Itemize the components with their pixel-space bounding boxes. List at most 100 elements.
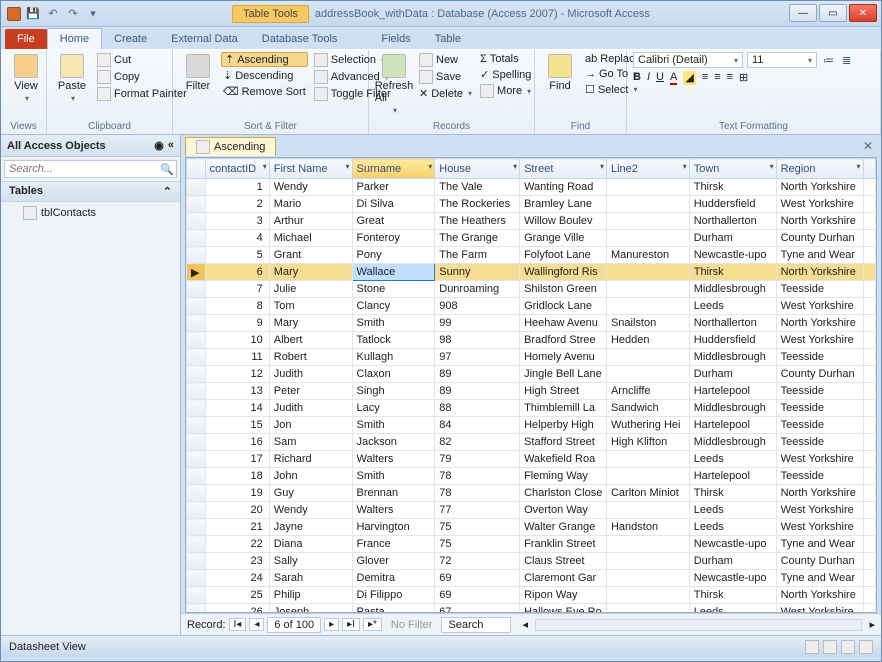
cell[interactable]: 77 bbox=[435, 502, 520, 519]
cell[interactable]: Albert bbox=[269, 332, 352, 349]
cell[interactable] bbox=[863, 451, 876, 468]
cell[interactable]: North Yorkshire bbox=[776, 587, 863, 604]
cell[interactable]: 21 bbox=[205, 519, 269, 536]
cell[interactable]: 78 bbox=[435, 468, 520, 485]
cell[interactable]: Sarah bbox=[269, 570, 352, 587]
cell[interactable]: 12 bbox=[205, 366, 269, 383]
view-button[interactable]: View▾ bbox=[7, 52, 45, 105]
table-row[interactable]: 23SallyGlover72Claus StreetDurhamCounty … bbox=[187, 553, 876, 570]
delete-button[interactable]: ✕Delete▾ bbox=[417, 86, 474, 101]
cell[interactable]: Sunny bbox=[435, 264, 520, 281]
cell[interactable]: West Yorkshire bbox=[776, 451, 863, 468]
view-form-icon[interactable] bbox=[823, 640, 837, 654]
remove-sort-button[interactable]: ⌫Remove Sort bbox=[221, 84, 308, 99]
cell[interactable] bbox=[606, 587, 689, 604]
cell[interactable] bbox=[863, 400, 876, 417]
cell[interactable]: 79 bbox=[435, 451, 520, 468]
cell[interactable]: Manureston bbox=[606, 247, 689, 264]
gridlines-button[interactable]: ⊞ bbox=[739, 71, 748, 85]
cell[interactable]: 89 bbox=[435, 366, 520, 383]
cell[interactable]: Leeds bbox=[689, 298, 776, 315]
cell[interactable]: Huddersfield bbox=[689, 332, 776, 349]
cell[interactable]: West Yorkshire bbox=[776, 502, 863, 519]
table-row[interactable]: 17RichardWalters79Wakefield RoaLeedsWest… bbox=[187, 451, 876, 468]
cell[interactable]: Thirsk bbox=[689, 587, 776, 604]
cell[interactable]: 69 bbox=[435, 587, 520, 604]
cell[interactable]: Dunroaming bbox=[435, 281, 520, 298]
cell[interactable]: Claremont Gar bbox=[520, 570, 607, 587]
cell[interactable]: 26 bbox=[205, 604, 269, 614]
search-icon[interactable]: 🔍 bbox=[156, 163, 178, 176]
row-selector[interactable] bbox=[187, 230, 206, 247]
nav-category-tables[interactable]: Tables⌃ bbox=[1, 181, 180, 202]
table-row[interactable]: 12JudithClaxon89Jingle Bell LaneDurhamCo… bbox=[187, 366, 876, 383]
hscrollbar[interactable] bbox=[535, 619, 862, 631]
cell[interactable]: 9 bbox=[205, 315, 269, 332]
cell[interactable] bbox=[863, 298, 876, 315]
cell[interactable]: Diana bbox=[269, 536, 352, 553]
align-right-button[interactable]: ≡ bbox=[727, 71, 733, 85]
table-row[interactable]: 19GuyBrennan78Charlston CloseCarlton Min… bbox=[187, 485, 876, 502]
cell[interactable]: Ripon Way bbox=[520, 587, 607, 604]
last-record-button[interactable]: ▸I bbox=[342, 618, 360, 631]
close-button[interactable]: ✕ bbox=[849, 4, 877, 22]
cell[interactable]: Huddersfield bbox=[689, 196, 776, 213]
cell[interactable] bbox=[863, 315, 876, 332]
column-header[interactable]: Surname▾ bbox=[352, 159, 435, 179]
cell[interactable]: Jayne bbox=[269, 519, 352, 536]
cell[interactable]: The Rockeries bbox=[435, 196, 520, 213]
add-column[interactable] bbox=[863, 159, 876, 179]
cell[interactable]: Middlesbrough bbox=[689, 434, 776, 451]
cell[interactable]: 5 bbox=[205, 247, 269, 264]
cell[interactable]: Sandwich bbox=[606, 400, 689, 417]
table-row[interactable]: 8TomClancy908Gridlock LaneLeedsWest York… bbox=[187, 298, 876, 315]
row-selector[interactable] bbox=[187, 315, 206, 332]
tab-external-data[interactable]: External Data bbox=[159, 29, 250, 49]
cell[interactable]: 13 bbox=[205, 383, 269, 400]
row-selector[interactable] bbox=[187, 247, 206, 264]
cell[interactable]: 16 bbox=[205, 434, 269, 451]
table-row[interactable]: 3ArthurGreatThe HeathersWillow BoulevNor… bbox=[187, 213, 876, 230]
cell[interactable]: France bbox=[352, 536, 435, 553]
cell[interactable]: Shilston Green bbox=[520, 281, 607, 298]
cell[interactable]: Walters bbox=[352, 451, 435, 468]
cell[interactable] bbox=[863, 213, 876, 230]
redo-icon[interactable]: ↷ bbox=[65, 6, 81, 22]
cell[interactable]: Claxon bbox=[352, 366, 435, 383]
table-row[interactable]: 21JayneHarvington75Walter GrangeHandston… bbox=[187, 519, 876, 536]
cell[interactable]: Hallows Eve Ro bbox=[520, 604, 607, 614]
select-all-corner[interactable] bbox=[187, 159, 206, 179]
cell[interactable]: Walters bbox=[352, 502, 435, 519]
cell[interactable]: Harvington bbox=[352, 519, 435, 536]
cell[interactable]: 1 bbox=[205, 179, 269, 196]
cell[interactable]: 15 bbox=[205, 417, 269, 434]
row-selector[interactable] bbox=[187, 553, 206, 570]
cell[interactable]: Joseph bbox=[269, 604, 352, 614]
cell[interactable] bbox=[863, 570, 876, 587]
cell[interactable]: Smith bbox=[352, 417, 435, 434]
font-name-select[interactable]: Calibri (Detail)▾ bbox=[633, 52, 743, 68]
column-header[interactable]: Town▾ bbox=[689, 159, 776, 179]
table-row[interactable]: ▶6MaryWallaceSunnyWallingford RisThirskN… bbox=[187, 264, 876, 281]
cell[interactable] bbox=[606, 536, 689, 553]
row-selector[interactable] bbox=[187, 519, 206, 536]
nav-filter-icon[interactable]: ◉ bbox=[154, 139, 164, 152]
cell[interactable]: Parker bbox=[352, 179, 435, 196]
cell[interactable]: 8 bbox=[205, 298, 269, 315]
cell[interactable]: Tyne and Wear bbox=[776, 536, 863, 553]
cell[interactable]: 67 bbox=[435, 604, 520, 614]
cell[interactable]: The Farm bbox=[435, 247, 520, 264]
table-row[interactable]: 10AlbertTatlock98Bradford StreeHeddenHud… bbox=[187, 332, 876, 349]
cell[interactable]: Newcastle-upo bbox=[689, 247, 776, 264]
cell[interactable]: Mary bbox=[269, 264, 352, 281]
cell[interactable]: Smith bbox=[352, 315, 435, 332]
cell[interactable]: 17 bbox=[205, 451, 269, 468]
cell[interactable] bbox=[863, 587, 876, 604]
cell[interactable]: 6 bbox=[205, 264, 269, 281]
row-selector[interactable] bbox=[187, 383, 206, 400]
cell[interactable]: Hartelepool bbox=[689, 417, 776, 434]
cell[interactable] bbox=[863, 604, 876, 614]
cell[interactable]: Tyne and Wear bbox=[776, 570, 863, 587]
cell[interactable]: Wallace bbox=[352, 264, 435, 281]
cell[interactable]: Pasta bbox=[352, 604, 435, 614]
